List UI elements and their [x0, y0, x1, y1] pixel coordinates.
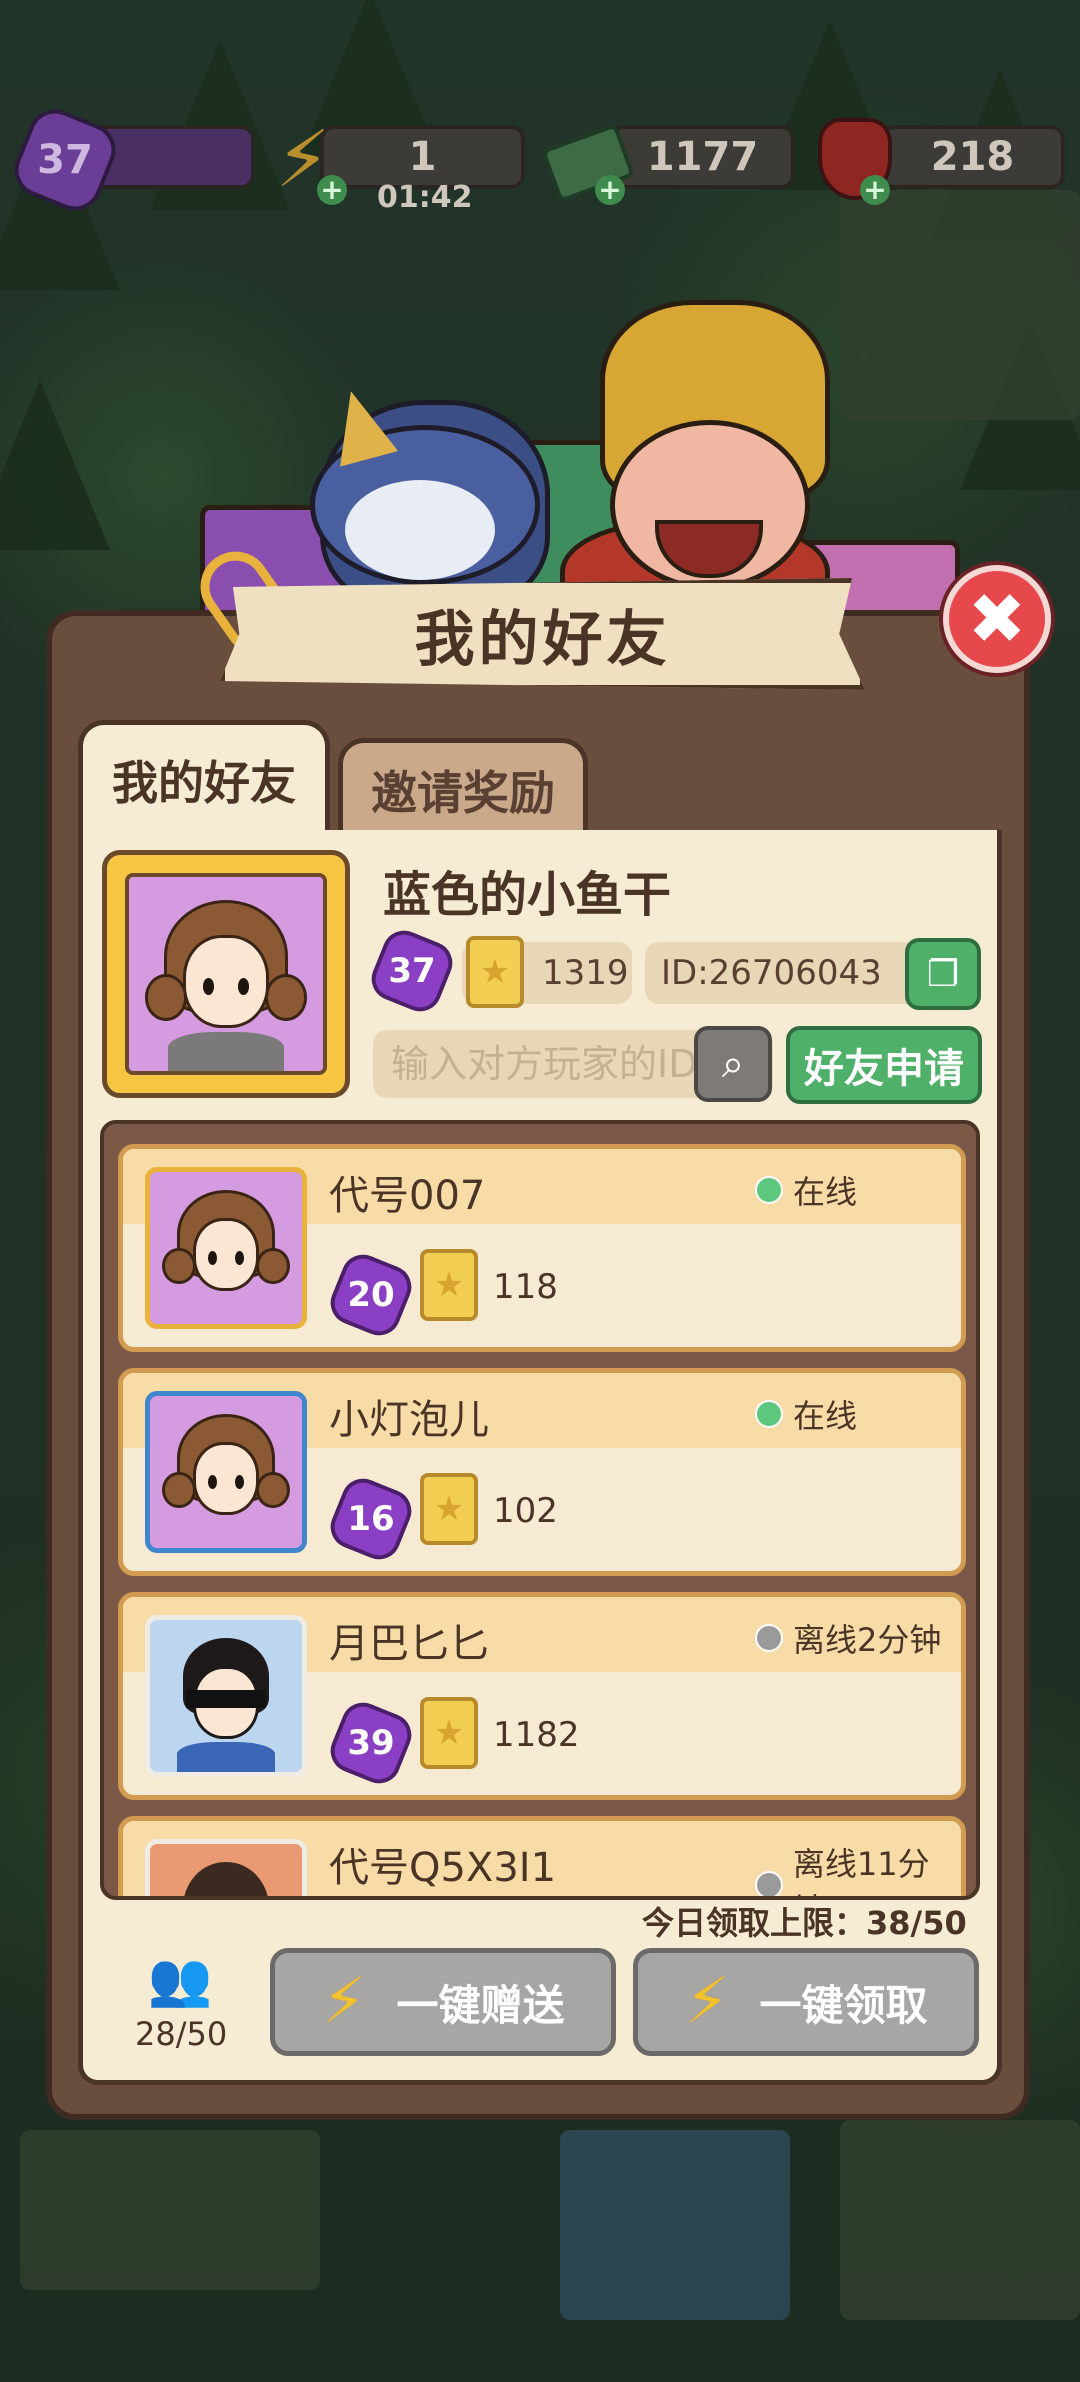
friend-name: 月巴匕匕 — [329, 1621, 489, 1667]
cash-plus-icon[interactable]: + — [595, 175, 625, 205]
gems-plus-icon[interactable]: + — [860, 175, 890, 205]
list-item[interactable]: 月巴匕匕 离线2分钟 39 ★ 1182 — [118, 1592, 966, 1800]
star-card-icon: ★ — [420, 1697, 478, 1769]
star-card-icon: ★ — [420, 1473, 478, 1545]
friend-count: 28/50 — [135, 2015, 228, 2053]
star-card-icon: ★ — [466, 936, 524, 1008]
hud-level-value: 37 — [37, 137, 93, 183]
close-icon: ✖ — [967, 578, 1027, 660]
my-id-pill: ID:26706043 — [645, 942, 925, 1004]
copy-id-button[interactable]: ❐ — [905, 938, 981, 1010]
offline-dot-icon — [755, 1624, 783, 1652]
friends-icon: 👥 — [147, 1949, 213, 2010]
my-player-name: 蓝色的小鱼干 — [383, 867, 672, 923]
avatar — [145, 1615, 307, 1777]
list-item[interactable]: 代号007 在线 20 ★ 118 — [118, 1144, 966, 1352]
dialog-title: 我的好友 — [414, 604, 671, 675]
friend-stars: 118 — [493, 1267, 558, 1307]
search-button[interactable]: ⌕ — [694, 1026, 772, 1102]
list-item[interactable]: 代号Q5X3I1 离线11分钟 — [118, 1816, 966, 1896]
copy-icon: ❐ — [926, 953, 960, 995]
friend-name: 小灯泡儿 — [329, 1397, 489, 1443]
send-all-button[interactable]: ⚡ 一键赠送 — [270, 1948, 616, 2056]
my-avatar-frame[interactable] — [102, 850, 350, 1098]
friend-stars: 102 — [493, 1491, 558, 1531]
search-icon: ⌕ — [721, 1041, 745, 1087]
friend-name: 代号Q5X3I1 — [329, 1845, 557, 1891]
friend-status: 离线11分钟 — [755, 1839, 961, 1896]
close-button[interactable]: ✖ — [943, 565, 1051, 673]
tab-my-friends[interactable]: 我的好友 — [78, 720, 330, 835]
avatar — [145, 1391, 307, 1553]
send-all-label: 一键赠送 — [396, 1980, 565, 2030]
claim-all-label: 一键领取 — [759, 1980, 928, 2030]
friend-stars: 1182 — [493, 1715, 580, 1755]
friend-request-button[interactable]: 好友申请 — [786, 1026, 982, 1104]
online-dot-icon — [755, 1400, 783, 1428]
avatar — [145, 1167, 307, 1329]
my-id-text: ID:26706043 — [661, 953, 882, 993]
lightning-icon: ⚡ — [684, 1965, 730, 2039]
friend-status: 离线2分钟 — [755, 1615, 941, 1661]
cash-value: 1177 — [610, 125, 795, 189]
online-dot-icon — [755, 1176, 783, 1204]
gems-value: 218 — [880, 125, 1065, 189]
lightning-icon: ⚡ — [321, 1965, 367, 2039]
friend-status: 在线 — [755, 1391, 857, 1437]
avatar — [145, 1839, 307, 1896]
friend-list[interactable]: 代号007 在线 20 ★ 118 小灯泡儿 在线 16 ★ 102 月巴匕匕 … — [100, 1120, 980, 1900]
star-card-icon: ★ — [420, 1249, 478, 1321]
daily-claim-limit: 今日领取上限：38/50 — [642, 1904, 967, 1942]
my-stars-value: 1319 — [542, 953, 629, 993]
friend-status: 在线 — [755, 1167, 857, 1213]
energy-plus-icon[interactable]: + — [317, 175, 347, 205]
energy-timer: 01:42 — [377, 180, 473, 215]
list-item[interactable]: 小灯泡儿 在线 16 ★ 102 — [118, 1368, 966, 1576]
dialog-title-banner: 我的好友 — [220, 578, 865, 690]
tab-invite-rewards[interactable]: 邀请奖励 — [338, 738, 588, 836]
offline-dot-icon — [755, 1871, 783, 1896]
avatar — [125, 873, 327, 1075]
claim-all-button[interactable]: ⚡ 一键领取 — [633, 1948, 979, 2056]
friend-name: 代号007 — [329, 1173, 486, 1219]
